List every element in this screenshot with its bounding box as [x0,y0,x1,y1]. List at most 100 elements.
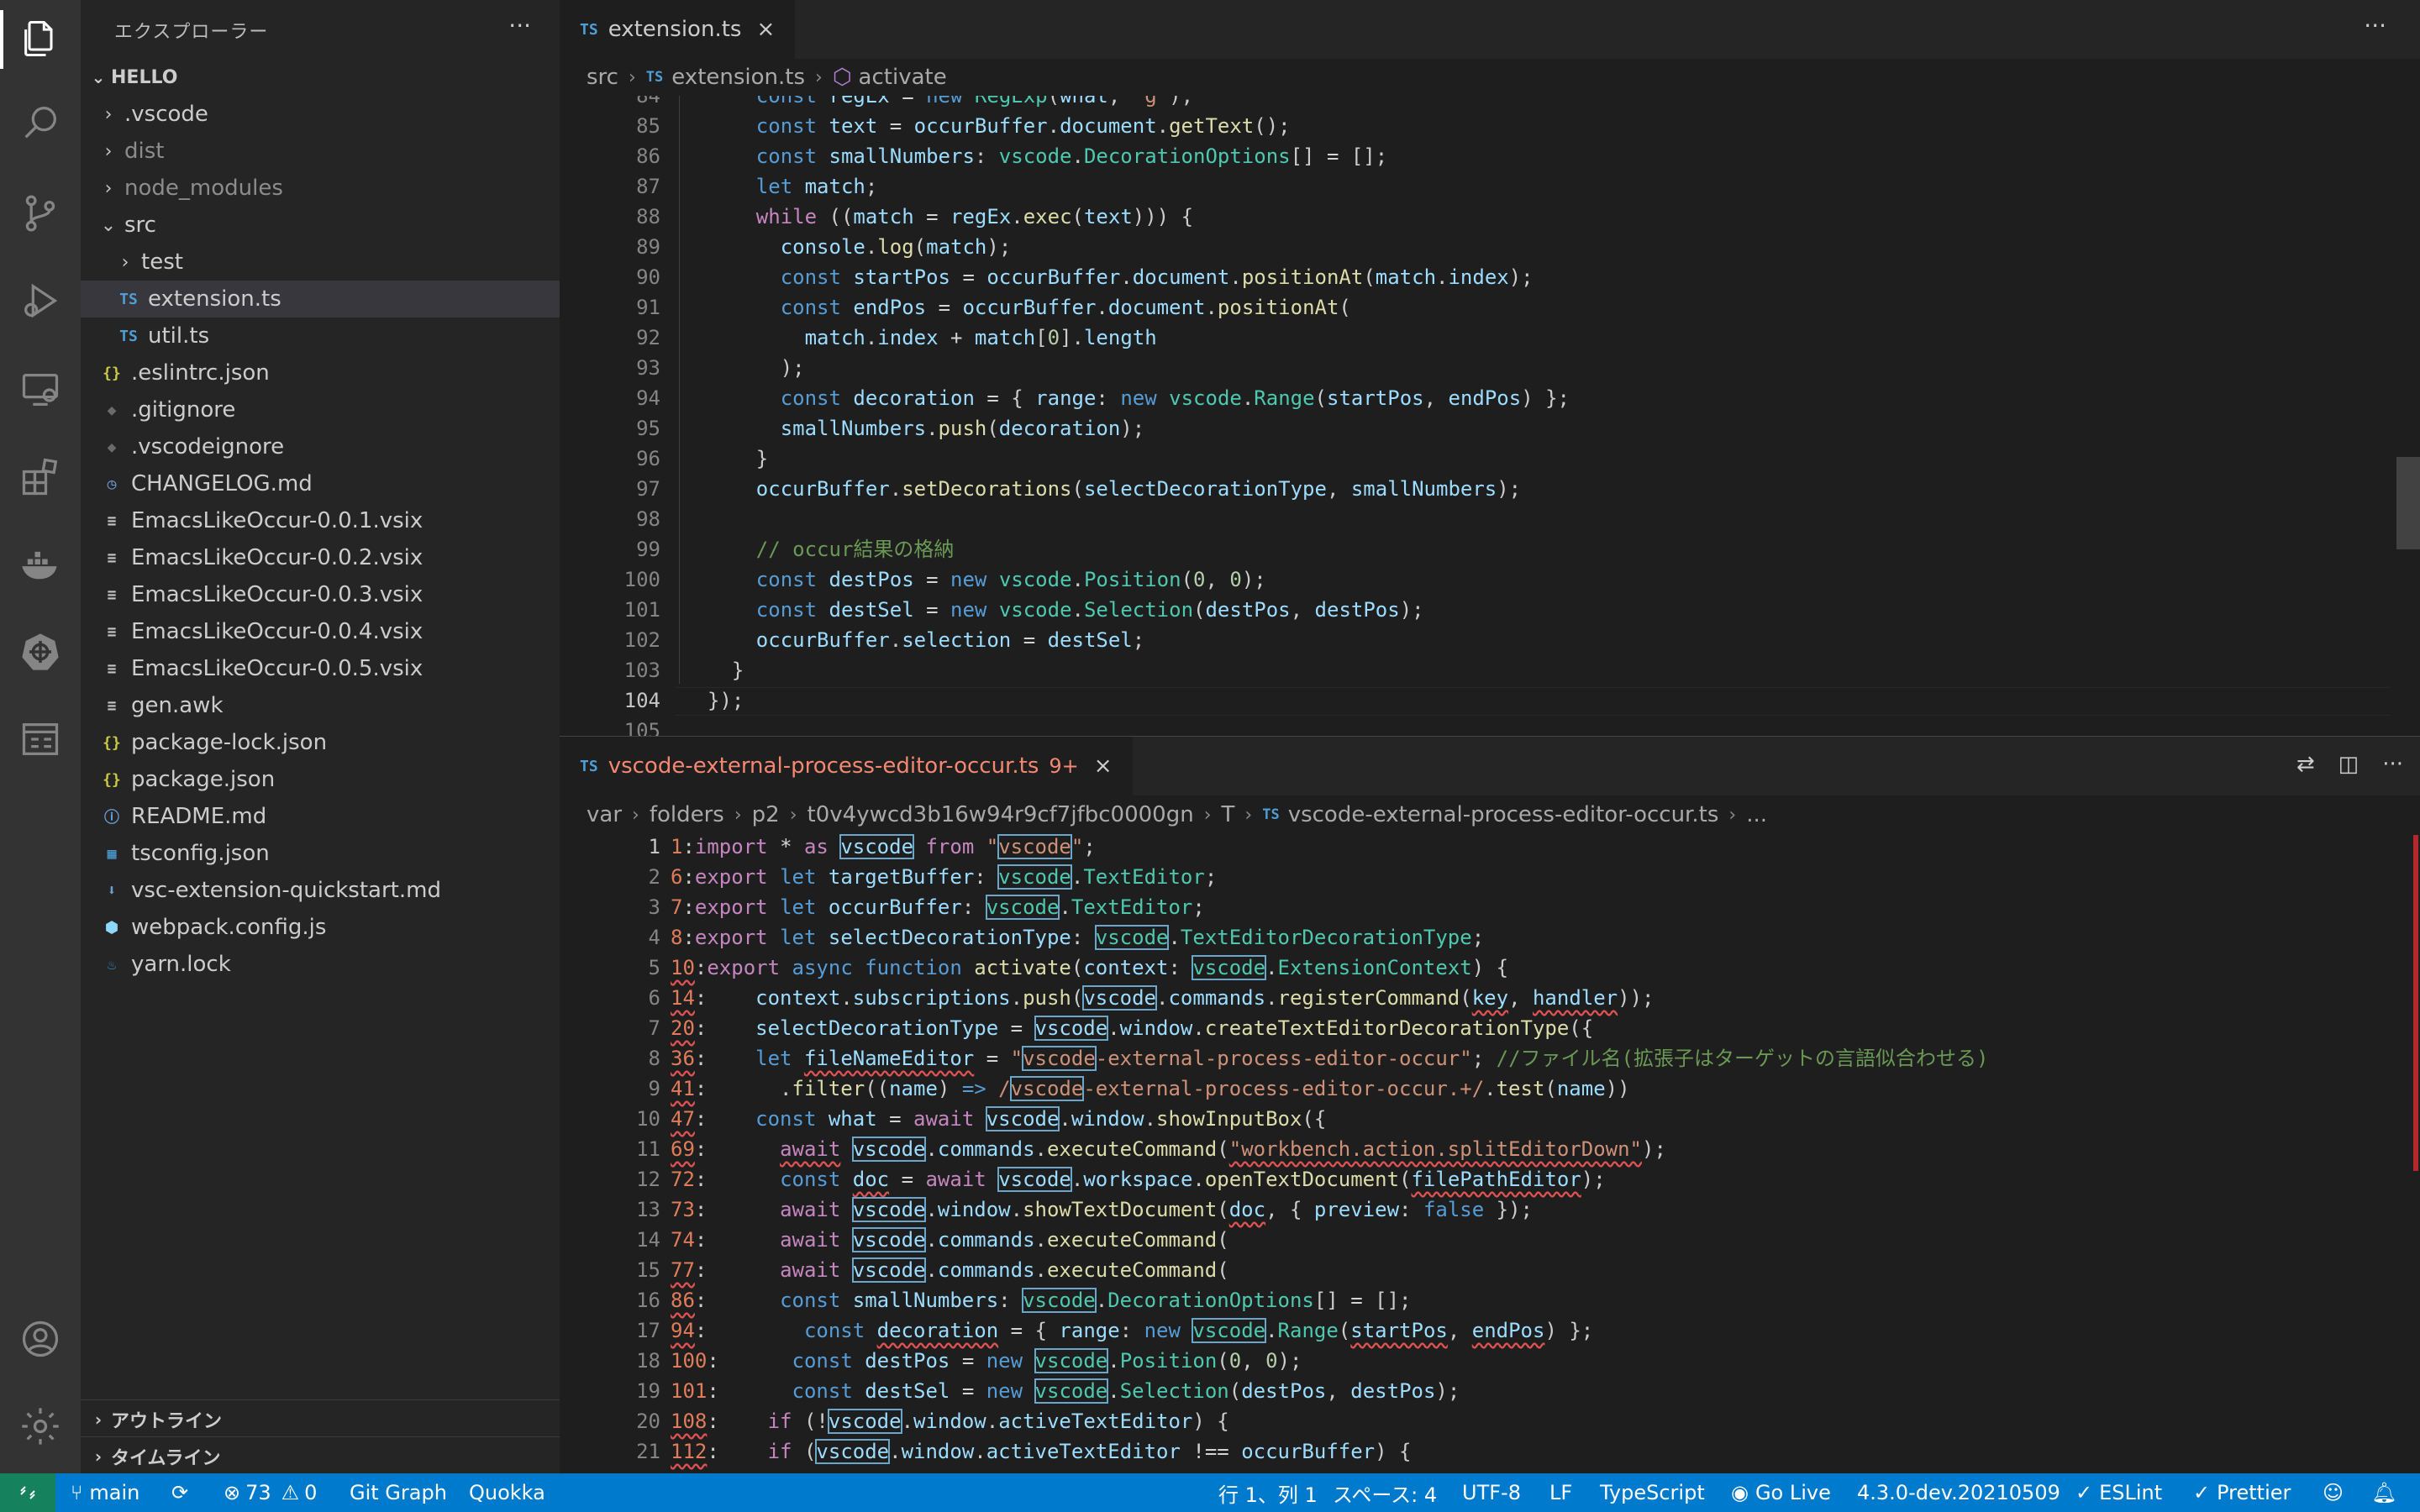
compare-changes-icon[interactable]: ⇄ [2296,752,2315,777]
breadcrumb-item[interactable]: T [1222,802,1235,827]
tree-item[interactable]: ≡ gen.awk [81,687,560,724]
tree-item-label: src [124,213,156,238]
sync-icon[interactable]: ⟳ [171,1473,188,1512]
quokka-button[interactable]: Quokka [469,1473,545,1512]
line-number: 16 [636,1289,660,1312]
tree-item[interactable]: › node_modules [81,170,560,207]
line-number: 2 [648,865,660,889]
tab-bar-top: TS extension.ts × ··· [560,0,2420,59]
folder-root[interactable]: ⌄ HELLO [81,59,560,96]
settings-gear-icon[interactable] [15,1401,66,1452]
tree-item[interactable]: {} .eslintrc.json [81,354,560,391]
line-number: 102 [623,628,660,652]
problems-status[interactable]: ⊗ 73 ⚠ 0 [224,1473,317,1512]
scrollbar-thumb[interactable] [2396,457,2420,549]
tree-item[interactable]: › .vscode [81,96,560,133]
editor-more-actions-icon[interactable]: ··· [2364,12,2386,39]
branch-status[interactable]: ⑂ main [71,1473,139,1512]
docker-icon[interactable] [15,539,66,590]
tree-item[interactable]: ⬢ webpack.config.js [81,909,560,946]
line-number: 92 [636,326,660,349]
breadcrumb-item[interactable]: vscode-external-process-editor-occur.ts [1288,802,1719,827]
line-number: 100 [623,568,660,591]
breadcrumb-item[interactable]: ... [1746,802,1767,827]
timeline-section[interactable]: › タイムライン [81,1438,560,1475]
close-icon[interactable]: × [756,17,775,42]
tab-extension-ts[interactable]: TS extension.ts × [560,0,796,59]
tree-item[interactable]: › dist [81,133,560,170]
line-number: 6 [648,986,660,1010]
tree-item[interactable]: ≡ EmacsLikeOccur-0.0.2.vsix [81,539,560,576]
tree-item[interactable]: {} package.json [81,761,560,798]
tree-item[interactable]: ◆ .vscodeignore [81,428,560,465]
lines-file-icon: ≡ [107,622,117,641]
breadcrumb-item[interactable]: p2 [752,802,780,827]
tree-item[interactable]: ▦ tsconfig.json [81,835,560,872]
language-mode[interactable]: TypeScript [1600,1473,1705,1512]
line-number: 85 [636,114,660,138]
tree-item[interactable]: ⌄ src [81,207,560,244]
line-number: 86 [636,144,660,168]
webpack-file-icon: ⬢ [105,918,118,937]
tree-item[interactable]: TS extension.ts [81,281,560,318]
tree-item[interactable]: ≡ EmacsLikeOccur-0.0.4.vsix [81,613,560,650]
tree-item[interactable]: ⬇ vsc-extension-quickstart.md [81,872,560,909]
code-line: 86: const smallNumbers: vscode.Decoratio… [671,1288,1412,1313]
code-line: 72: const doc = await vscode.workspace.o… [671,1167,1606,1192]
extensions-icon[interactable] [15,452,66,502]
kubernetes-icon[interactable] [15,627,66,677]
chevron-right-icon: › [1203,804,1212,826]
line-number: 7 [648,1016,660,1040]
search-icon[interactable] [15,97,66,148]
code-line: 77: await vscode.commands.executeCommand… [671,1257,1229,1283]
code-line: const regEx = new RegExp(what, "g"); [755,96,1194,108]
outline-section[interactable]: › アウトライン [81,1401,560,1438]
eslint-status[interactable]: ✓ ESLint [2075,1473,2162,1512]
close-icon[interactable]: × [1094,753,1113,779]
code-line: const text = occurBuffer.document.getTex… [755,114,1291,138]
explorer-icon[interactable] [15,13,66,64]
breadcrumb-item[interactable]: t0v4ywcd3b16w94r9cf7jfbc0000gn [808,802,1194,827]
source-control-icon[interactable] [15,188,66,239]
editor-more-actions-icon[interactable]: ··· [2382,752,2403,777]
tree-item[interactable]: ♨ yarn.lock [81,946,560,983]
breadcrumb-item[interactable]: var [587,802,622,827]
git-graph-button[interactable]: Git Graph [350,1473,447,1512]
feedback-icon[interactable]: ☺ [2323,1473,2344,1512]
run-debug-icon[interactable] [15,276,66,326]
code-editor-bottom[interactable]: 1 2 3 4 5 6 7 8 9 10 11 12 13 14 15 16 17 18 19 20 21 1:impo… [560,832,2420,1473]
tree-item[interactable]: ◷ CHANGELOG.md [81,465,560,502]
tab-occur-ts[interactable]: TS vscode-external-process-editor-occur.… [560,737,1133,795]
indentation-status[interactable]: スペース: 4 [1333,1473,1437,1512]
accounts-icon[interactable] [15,1314,66,1364]
line-number: 17 [636,1319,660,1342]
typescript-file-icon: TS [580,20,598,39]
remote-indicator-icon[interactable] [0,1473,55,1512]
tree-item[interactable]: {} package-lock.json [81,724,560,761]
tree-item[interactable]: ◆ .gitignore [81,391,560,428]
tree-item[interactable]: › test [81,244,560,281]
cursor-position[interactable]: 行 1、列 1 [1218,1473,1318,1512]
panel-view-icon[interactable] [15,714,66,764]
tree-item[interactable]: TS util.ts [81,318,560,354]
prettier-status[interactable]: ✓ Prettier [2193,1473,2291,1512]
code-editor-top[interactable]: 84 85 86 87 88 89 90 91 92 93 94 95 96 97 98 99 100 101 10… [560,96,2420,736]
remote-explorer-icon[interactable] [15,365,66,415]
eol-status[interactable]: LF [1549,1473,1572,1512]
tree-item[interactable]: ≡ EmacsLikeOccur-0.0.3.vsix [81,576,560,613]
tree-item[interactable]: ≡ EmacsLikeOccur-0.0.1.vsix [81,502,560,539]
notifications-bell-icon[interactable]: 🔔︎ [2371,1473,2396,1512]
tree-item-label: package-lock.json [131,730,328,755]
tree-item[interactable]: ≡ EmacsLikeOccur-0.0.5.vsix [81,650,560,687]
tree-item[interactable]: ⓘ README.md [81,798,560,835]
split-editor-icon[interactable]: ◫ [2338,752,2360,777]
breadcrumb-item[interactable]: extension.ts [671,65,805,90]
breadcrumb-item[interactable]: src [587,65,618,90]
breadcrumb-item[interactable]: folders [650,802,724,827]
chevron-right-icon: › [1244,804,1253,826]
more-actions-icon[interactable]: ··· [508,12,531,39]
ts-version-status[interactable]: 4.3.0-dev.20210509 [1857,1473,2060,1512]
breadcrumb-item[interactable]: activate [859,65,947,90]
go-live-button[interactable]: ◉ Go Live [1731,1473,1831,1512]
encoding-status[interactable]: UTF-8 [1462,1473,1521,1512]
